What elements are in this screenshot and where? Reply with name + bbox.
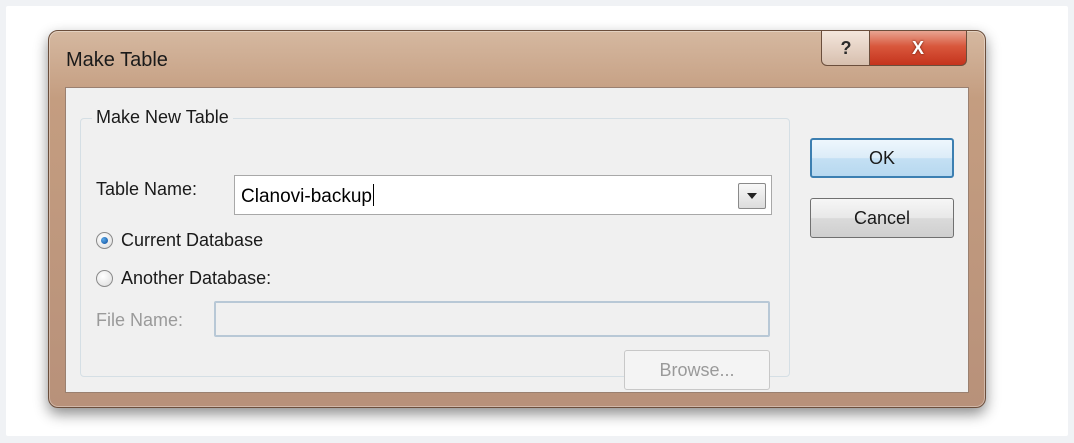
dialog-client-area: Make New Table Table Name: Clanovi-backu…: [65, 87, 969, 393]
current-database-option[interactable]: Current Database: [96, 230, 263, 251]
ok-button[interactable]: OK: [810, 138, 954, 178]
file-name-label: File Name:: [96, 310, 184, 330]
another-database-option[interactable]: Another Database:: [96, 268, 271, 289]
table-name-input[interactable]: Clanovi-backup: [241, 184, 374, 208]
title-bar[interactable]: Make Table ? X: [49, 31, 985, 89]
table-name-dropdown-button[interactable]: [738, 183, 766, 209]
current-database-label: Current Database: [121, 230, 264, 250]
help-button[interactable]: ?: [821, 31, 871, 66]
help-icon: ?: [840, 37, 852, 58]
make-table-dialog: Make Table ? X Make New Table Table Name…: [48, 30, 986, 408]
table-name-label: Table Name:: [96, 179, 198, 199]
cancel-button[interactable]: Cancel: [810, 198, 954, 238]
dialog-title: Make Table: [66, 49, 168, 71]
table-name-combobox[interactable]: Clanovi-backup: [234, 175, 772, 215]
file-name-input[interactable]: [214, 301, 770, 337]
close-icon: X: [911, 37, 924, 58]
chevron-down-icon: [747, 193, 757, 199]
table-name-value: Clanovi-backup: [241, 186, 372, 207]
group-label: Make New Table: [92, 107, 233, 128]
current-database-radio[interactable]: [96, 232, 113, 249]
another-database-radio[interactable]: [96, 270, 113, 287]
browse-button[interactable]: Browse...: [624, 350, 770, 390]
close-button[interactable]: X: [869, 31, 967, 66]
another-database-label: Another Database:: [121, 268, 272, 288]
text-caret: [372, 184, 374, 206]
